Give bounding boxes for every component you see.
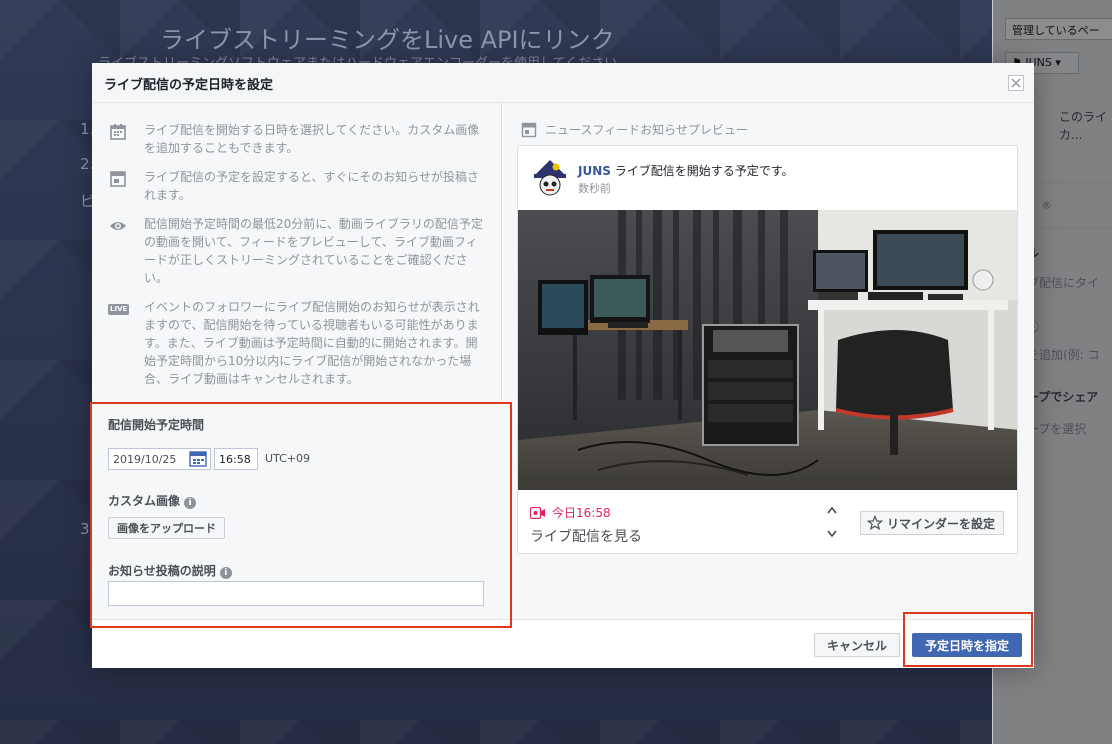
info-text: ライブ配信の予定を設定すると、すぐにそのお知らせが投稿されます。	[144, 170, 480, 202]
description-label-text: お知らせ投稿の説明	[108, 564, 216, 578]
scroll-arrows-icon[interactable]	[826, 504, 838, 540]
info-text: ライブ配信を開始する日時を選択してください。カスタム画像を追加することもできます…	[144, 123, 480, 155]
description-label: お知らせ投稿の説明 i	[108, 562, 232, 579]
preview-title-text: ニュースフィードお知らせプレビュー	[545, 123, 748, 137]
set-reminder-button[interactable]: リマインダーを設定	[860, 511, 1005, 535]
help-icon[interactable]: i	[219, 567, 232, 579]
news-feed-icon	[521, 122, 537, 137]
live-badge: LIVE	[108, 304, 130, 315]
set-reminder-label: リマインダーを設定	[887, 516, 996, 531]
timezone-label: UTC+09	[265, 452, 311, 465]
upload-image-button[interactable]: 画像をアップロード	[108, 517, 225, 539]
video-camera-icon	[530, 506, 545, 519]
modal-footer: キャンセル 予定日時を指定	[92, 619, 1034, 668]
headline-text: ライブ配信を開始する予定です。	[614, 164, 794, 178]
custom-image-label: カスタム画像 i	[108, 492, 197, 509]
start-time-label: 配信開始予定時間	[108, 418, 205, 432]
calendar-icon	[110, 124, 126, 140]
info-item: ライブ配信の予定を設定すると、すぐにそのお知らせが投稿されます。	[108, 168, 488, 204]
preview-panel: ニュースフィードお知らせプレビュー JUNS ライブ配信を開始する予定です。 数…	[503, 103, 1034, 619]
post-headline: JUNS ライブ配信を開始する予定です。	[578, 162, 794, 179]
studio-photo	[518, 210, 1017, 490]
info-item: 配信開始予定時間の最低20分前に、動画ライブラリの配信予定の動画を開いて、フィー…	[108, 215, 488, 287]
close-button[interactable]	[1008, 75, 1024, 91]
schedule-confirm-button[interactable]: 予定日時を指定	[912, 633, 1023, 657]
schedule-form: 配信開始予定時間 UTC+09 カスタム画像i 画像をアップロード お知らせ投稿…	[92, 403, 510, 627]
cancel-button[interactable]: キャンセル	[814, 633, 901, 657]
background-title: ライブストリーミングをLive APIにリンク	[160, 26, 615, 54]
info-item: LIVE イベントのフォロワーにライブ配信開始のお知らせが表示されますので、配信…	[108, 298, 488, 388]
post-timestamp: 数秒前	[578, 182, 611, 195]
post-preview-card: JUNS ライブ配信を開始する予定です。 数秒前 今日16:58 ライブ配信を見…	[517, 145, 1018, 554]
time-input[interactable]	[214, 448, 258, 470]
schedule-modal: ライブ配信の予定日時を設定 ライブ配信を開始する日時を選択してください。カスタム…	[92, 63, 1034, 668]
modal-title: ライブ配信の予定日時を設定	[104, 78, 274, 93]
schedule-info-panel: ライブ配信を開始する日時を選択してください。カスタム画像を追加することもできます…	[92, 103, 510, 627]
preview-title: ニュースフィードお知らせプレビュー	[521, 121, 748, 138]
calendar-picker-icon[interactable]	[188, 451, 208, 467]
avatar	[530, 158, 570, 198]
author-link[interactable]: JUNS	[578, 164, 611, 178]
event-time-text: 今日16:58	[552, 506, 611, 520]
star-icon	[867, 515, 883, 531]
info-item: ライブ配信を開始する日時を選択してください。カスタム画像を追加することもできます…	[108, 121, 488, 157]
eye-icon	[110, 222, 126, 230]
description-input[interactable]	[108, 581, 484, 606]
event-title: ライブ配信を見る	[530, 529, 642, 545]
help-icon[interactable]: i	[184, 497, 197, 509]
info-text: 配信開始予定時間の最低20分前に、動画ライブラリの配信予定の動画を開いて、フィー…	[144, 217, 483, 285]
modal-header: ライブ配信の予定日時を設定	[92, 63, 1034, 103]
post-icon	[110, 171, 126, 187]
close-icon	[1011, 78, 1021, 88]
event-time: 今日16:58	[530, 504, 611, 521]
info-text: イベントのフォロワーにライブ配信開始のお知らせが表示されますので、配信開始を待っ…	[144, 300, 480, 386]
live-icon: LIVE	[108, 299, 130, 319]
custom-image-text: カスタム画像	[108, 494, 181, 508]
